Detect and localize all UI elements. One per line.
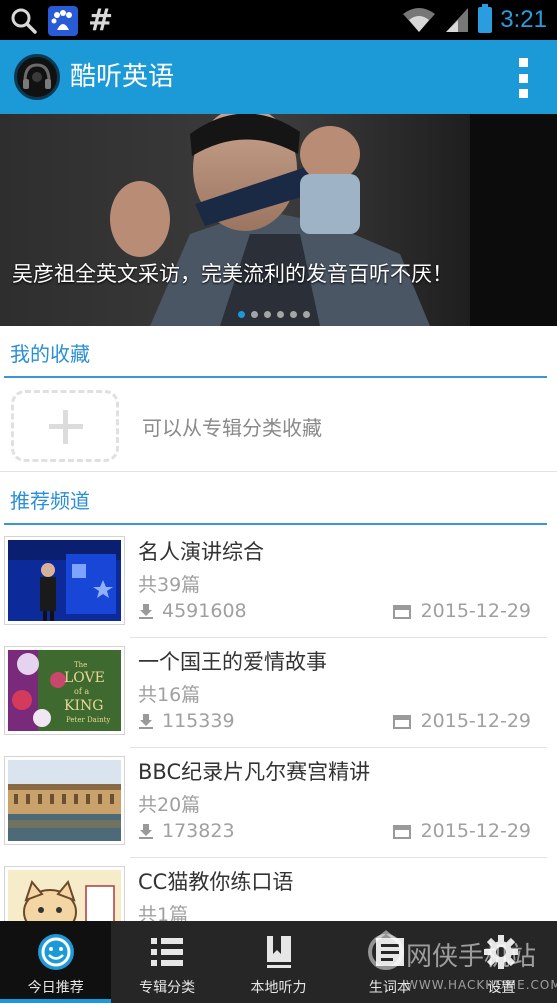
channel-date: 2015-12-29 (392, 710, 531, 732)
wifi-icon (403, 8, 436, 32)
book-icon (266, 936, 291, 968)
bottom-navigation: 今日推荐 专辑分类 本地听力 生词本 设置 (0, 921, 557, 1003)
favorites-hint: 可以从专辑分类收藏 (142, 416, 322, 440)
download-count: 4591608 (162, 600, 247, 622)
channel-title: 一个国王的爱情故事 (138, 650, 327, 674)
favorites-empty-row: 可以从专辑分类收藏 (0, 380, 557, 472)
channel-date: 2015-12-29 (392, 600, 531, 622)
channel-episode-count: 共39篇 (138, 574, 201, 596)
overflow-menu-icon[interactable] (517, 58, 529, 98)
tab-albums[interactable]: 专辑分类 (111, 921, 222, 1003)
tab-local[interactable]: 本地听力 (223, 921, 334, 1003)
channel-episode-count: 共16篇 (138, 684, 201, 706)
tab-label: 今日推荐 (27, 980, 84, 996)
channel-downloads: 4591608 (138, 600, 247, 622)
tab-label: 本地听力 (250, 980, 307, 996)
thumb-text: of a (74, 687, 89, 696)
gear-icon (484, 935, 519, 969)
channel-item[interactable]: 名人演讲综合 共39篇 4591608 2015-12-29 (0, 528, 557, 638)
pager-dot[interactable] (238, 311, 245, 318)
favorites-title: 我的收藏 (10, 342, 90, 366)
featured-banner[interactable]: 吴彦祖全英文采访，完美流利的发音百听不厌！ (0, 114, 557, 326)
thumb-text: The (74, 661, 87, 669)
favorites-divider (4, 376, 547, 378)
tab-label: 设置 (487, 980, 516, 996)
headphones-logo (23, 63, 51, 89)
pager-dot[interactable] (251, 311, 258, 318)
app-bar: 酷听英语 (0, 40, 557, 114)
smiley-icon (37, 934, 74, 970)
pager-dot[interactable] (277, 311, 284, 318)
list-icon (151, 938, 184, 966)
thumb-text: Peter Dainty (66, 716, 110, 724)
calendar-icon (392, 605, 411, 619)
tab-settings[interactable]: 设置 (446, 921, 557, 1003)
hash-icon: # (88, 3, 114, 38)
baidu-icon (48, 6, 78, 36)
download-icon (139, 714, 153, 729)
vocabulary-icon (375, 938, 404, 966)
recommended-title: 推荐频道 (10, 489, 90, 513)
pager-dot[interactable] (303, 311, 310, 318)
update-date: 2015-12-29 (420, 710, 531, 732)
pager-dot[interactable] (264, 311, 271, 318)
update-date: 2015-12-29 (420, 600, 531, 622)
tab-vocabulary[interactable]: 生词本 (334, 921, 445, 1003)
channel-date: 2015-12-29 (392, 820, 531, 842)
download-count: 115339 (162, 710, 235, 732)
tab-label: 生词本 (368, 980, 411, 996)
app-logo[interactable] (14, 54, 60, 100)
channel-title: CC猫教你练口语 (138, 870, 294, 894)
battery-icon (478, 4, 493, 33)
channel-title: BBC纪录片凡尔赛宫精讲 (138, 760, 371, 784)
thumb-text: KING (64, 698, 103, 714)
channel-item[interactable]: BBC纪录片凡尔赛宫精讲 共20篇 173823 2015-12-29 (0, 748, 557, 858)
status-bar-system: 3:21 (402, 4, 547, 36)
signal-icon (446, 8, 469, 32)
tab-label: 专辑分类 (139, 980, 196, 996)
add-icon[interactable] (11, 390, 119, 462)
update-date: 2015-12-29 (420, 820, 531, 842)
channel-item[interactable]: The LOVE of a KING Peter Dainty 一个国王的爱情故… (0, 638, 557, 748)
calendar-icon (392, 825, 411, 839)
status-bar-notifications: # (10, 6, 113, 36)
recommended-divider (4, 523, 547, 525)
channel-thumbnail (4, 756, 125, 845)
thumb-text: LOVE (64, 670, 105, 686)
banner-caption: 吴彦祖全英文采访，完美流利的发音百听不厌！ (12, 262, 453, 286)
app-title: 酷听英语 (70, 62, 175, 92)
download-icon (139, 824, 153, 839)
search-icon (11, 8, 37, 34)
pager-dot[interactable] (290, 311, 297, 318)
channel-downloads: 115339 (138, 710, 235, 732)
channel-thumbnail (4, 536, 125, 625)
banner-image (0, 114, 557, 326)
clock: 3:21 (500, 6, 547, 33)
status-bar: # 3:21 (0, 0, 557, 40)
tab-today[interactable]: 今日推荐 (0, 921, 112, 1003)
channel-thumbnail: The LOVE of a KING Peter Dainty (4, 646, 125, 735)
channel-downloads: 173823 (138, 820, 235, 842)
calendar-icon (392, 715, 411, 729)
banner-pager (238, 311, 310, 318)
download-icon (139, 604, 153, 619)
channel-title: 名人演讲综合 (138, 540, 264, 564)
channel-episode-count: 共20篇 (138, 794, 201, 816)
download-count: 173823 (162, 820, 235, 842)
